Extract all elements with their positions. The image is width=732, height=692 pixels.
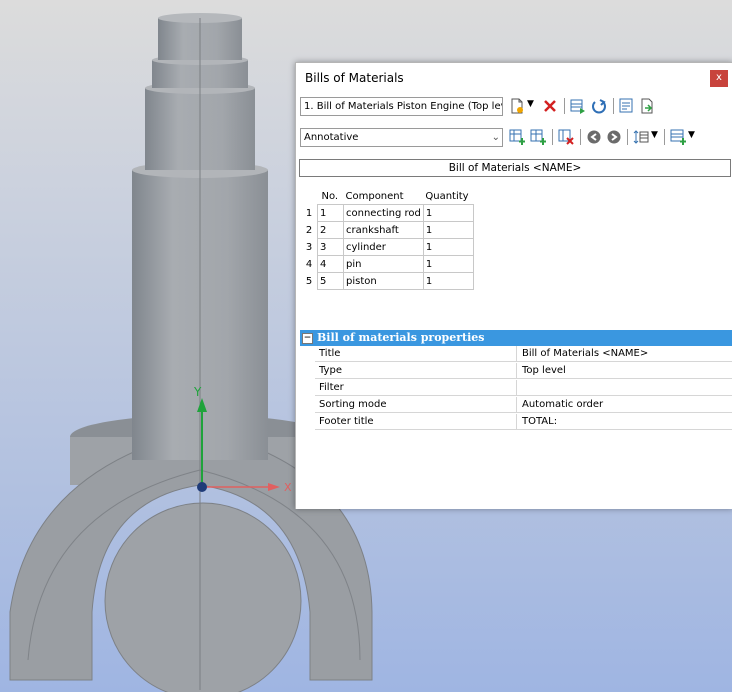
- close-button[interactable]: x: [710, 70, 728, 87]
- cell-no[interactable]: 5: [317, 272, 344, 290]
- property-key: Filter: [315, 380, 517, 396]
- delete-icon[interactable]: [542, 98, 558, 114]
- bom-select[interactable]: 1. Bill of Materials Piston Engine (Top …: [300, 97, 503, 116]
- property-value[interactable]: Top level: [517, 363, 732, 379]
- import-icon[interactable]: [639, 98, 655, 114]
- property-key: Footer title: [315, 414, 517, 430]
- row-number: 5: [305, 275, 313, 287]
- bom-select-value: 1. Bill of Materials Piston Engine (Top …: [304, 101, 503, 112]
- style-select-value: Annotative: [304, 132, 359, 143]
- chevron-down-icon[interactable]: ▼: [688, 130, 695, 140]
- cell-component[interactable]: pin: [343, 255, 424, 273]
- bom-header-field[interactable]: Bill of Materials <NAME>: [299, 159, 731, 177]
- collapse-icon[interactable]: −: [302, 333, 313, 344]
- property-row-title[interactable]: Title Bill of Materials <NAME>: [300, 346, 732, 363]
- cell-quantity[interactable]: 1: [422, 238, 474, 256]
- update-table-icon[interactable]: [570, 98, 586, 114]
- insert-table-icon[interactable]: [670, 129, 686, 145]
- properties-title: Bill of materials properties: [317, 331, 485, 344]
- chevron-down-icon: ⌄: [491, 132, 500, 143]
- style-select[interactable]: Annotative ⌄: [300, 128, 503, 147]
- property-key: Type: [315, 363, 517, 379]
- property-value[interactable]: TOTAL:: [517, 414, 732, 430]
- delete-row-icon[interactable]: [558, 129, 574, 145]
- property-row-type[interactable]: Type Top level: [300, 363, 732, 380]
- origin-marker: [197, 482, 207, 492]
- add-column-icon[interactable]: [530, 129, 546, 145]
- export-icon[interactable]: [619, 98, 635, 114]
- move-left-icon[interactable]: [586, 129, 602, 145]
- row-number: 1: [305, 207, 313, 219]
- property-value[interactable]: [517, 380, 732, 396]
- cell-component[interactable]: crankshaft: [343, 221, 424, 239]
- cell-component[interactable]: piston: [343, 272, 424, 290]
- column-header-quantity[interactable]: Quantity: [423, 188, 473, 205]
- property-value[interactable]: Bill of Materials <NAME>: [517, 346, 732, 362]
- cell-component[interactable]: connecting rod: [343, 204, 424, 222]
- toolbar-separator: [613, 98, 614, 114]
- cell-quantity[interactable]: 1: [422, 272, 474, 290]
- cell-component[interactable]: cylinder: [343, 238, 424, 256]
- column-header-no[interactable]: No.: [318, 188, 344, 205]
- toolbar-separator: [564, 98, 565, 114]
- y-axis-label: Y: [193, 385, 202, 399]
- property-key: Sorting mode: [315, 397, 517, 413]
- toolbar-separator: [664, 129, 665, 145]
- sort-icon[interactable]: [633, 129, 649, 145]
- properties-grid: − Bill of materials properties Title Bil…: [300, 330, 732, 431]
- bom-table: No. Component Quantity 1 1 connecting ro…: [301, 188, 474, 290]
- property-value[interactable]: Automatic order: [517, 397, 732, 413]
- toolbar-separator: [580, 129, 581, 145]
- chevron-down-icon[interactable]: ▼: [527, 99, 534, 109]
- bom-header-text: Bill of Materials <NAME>: [448, 162, 582, 174]
- toolbar-separator: [627, 129, 628, 145]
- cell-no[interactable]: 2: [317, 221, 344, 239]
- row-number-header: [301, 188, 318, 205]
- panel-title: Bills of Materials: [305, 71, 404, 85]
- table-row[interactable]: 4 4 pin 1: [301, 255, 474, 273]
- refresh-icon[interactable]: [591, 98, 607, 114]
- chevron-down-icon[interactable]: ▼: [651, 130, 658, 140]
- cell-quantity[interactable]: 1: [422, 204, 474, 222]
- row-number: 2: [305, 224, 313, 236]
- properties-header[interactable]: − Bill of materials properties: [300, 330, 732, 346]
- table-row[interactable]: 2 2 crankshaft 1: [301, 221, 474, 239]
- new-bom-icon[interactable]: [509, 98, 525, 114]
- cell-no[interactable]: 1: [317, 204, 344, 222]
- table-row[interactable]: 3 3 cylinder 1: [301, 238, 474, 256]
- table-row[interactable]: 5 5 piston 1: [301, 272, 474, 290]
- cell-no[interactable]: 4: [317, 255, 344, 273]
- property-row-footer-title[interactable]: Footer title TOTAL:: [300, 414, 732, 431]
- x-axis-label: X: [284, 481, 292, 494]
- property-key: Title: [315, 346, 517, 362]
- cell-quantity[interactable]: 1: [422, 221, 474, 239]
- move-right-icon[interactable]: [606, 129, 622, 145]
- panel-titlebar[interactable]: Bills of Materials x: [296, 63, 732, 91]
- add-row-icon[interactable]: [509, 129, 525, 145]
- property-row-filter[interactable]: Filter: [300, 380, 732, 397]
- row-number: 4: [305, 258, 313, 270]
- row-number: 3: [305, 241, 313, 253]
- table-row[interactable]: 1 1 connecting rod 1: [301, 204, 474, 222]
- column-header-component[interactable]: Component: [344, 188, 424, 205]
- toolbar-separator: [552, 129, 553, 145]
- bills-of-materials-panel[interactable]: Bills of Materials x 1. Bill of Material…: [295, 62, 732, 509]
- cell-quantity[interactable]: 1: [422, 255, 474, 273]
- property-row-sorting-mode[interactable]: Sorting mode Automatic order: [300, 397, 732, 414]
- cell-no[interactable]: 3: [317, 238, 344, 256]
